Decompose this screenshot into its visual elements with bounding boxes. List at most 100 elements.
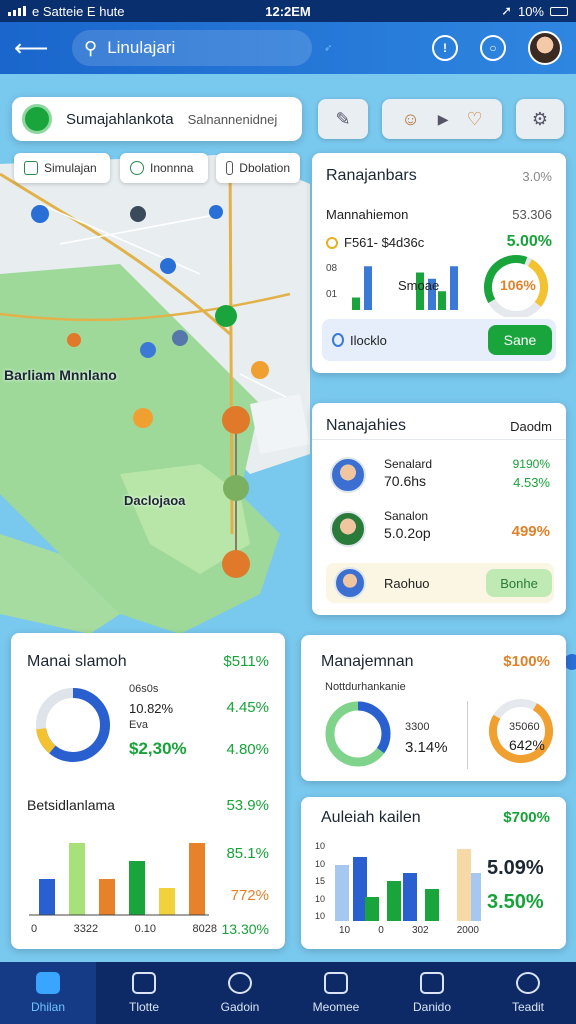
person-pct-a-1: 9190% xyxy=(512,457,550,471)
ring2-line-2: 642% xyxy=(509,737,545,753)
analysis-title: Auleiah kailen xyxy=(321,809,421,826)
x-label: 2000 xyxy=(456,925,479,936)
analysis-y-axis: 10 10 15 10 10 xyxy=(315,841,325,921)
ring-chart-secondary xyxy=(489,699,553,763)
bar xyxy=(438,291,446,310)
ring-chart xyxy=(325,701,391,767)
settings-button[interactable]: ⚙ xyxy=(516,99,564,139)
y-label: 10 xyxy=(315,893,326,904)
carrier-label: e Satteie E hute xyxy=(32,3,125,19)
management-small-label: 3300 xyxy=(405,721,430,733)
analysis-title-value: $700% xyxy=(503,809,550,826)
save-button[interactable]: Sane xyxy=(488,325,552,355)
analysis-x-axis: 10 0 302 2000 xyxy=(339,925,479,936)
list-icon xyxy=(24,161,38,175)
location-badge-icon xyxy=(22,104,52,134)
map-label-west: Barliam Mnnlano xyxy=(4,367,117,383)
people-title-right: Daodm xyxy=(510,419,552,434)
person-avatar-3[interactable] xyxy=(334,567,366,599)
summary-card: Ranajanbars 3.0% Mannahiemon 53.306 F561… xyxy=(312,153,566,373)
bar xyxy=(353,857,367,921)
play-icon[interactable]: ▶ xyxy=(438,111,449,128)
inbox-icon xyxy=(324,972,348,994)
bar xyxy=(387,881,401,921)
map-icon xyxy=(132,972,156,994)
stats-section-value: 53.9% xyxy=(226,797,269,814)
nav-item-map[interactable]: Tlotte xyxy=(96,962,192,1024)
axis-label-1: 08 xyxy=(326,263,338,274)
management-title-value: $100% xyxy=(503,653,550,670)
pin-icon[interactable]: ♡ xyxy=(467,109,483,130)
x-label: 302 xyxy=(411,925,429,936)
y-label: 10 xyxy=(315,858,326,869)
filter-chip-2[interactable]: Inonnna xyxy=(120,153,208,183)
person-icon[interactable]: ☺ xyxy=(401,109,419,130)
stats-section-title: Betsidlanlama xyxy=(27,797,115,813)
search-input[interactable]: ⚲ Linulajari xyxy=(72,30,312,66)
filter-chip-3[interactable]: Dbolation xyxy=(216,153,300,183)
nav-label: Tlotte xyxy=(128,1000,159,1014)
bar xyxy=(352,297,360,310)
water-drop-icon xyxy=(332,333,344,347)
location-title: Sumajahlankota xyxy=(66,110,174,128)
battery-icon xyxy=(550,6,568,16)
gear-icon: ⚙ xyxy=(531,108,549,129)
nav-label: Teadit xyxy=(511,1000,545,1014)
search-icon: ⚲ xyxy=(84,37,98,58)
app-header: ⟵ ⚲ Linulajari ➶ ! ○ xyxy=(0,22,576,74)
home-icon xyxy=(36,972,60,994)
y-label: 15 xyxy=(315,876,326,886)
x-label: 0 xyxy=(31,923,38,935)
search-value: Linulajari xyxy=(107,38,176,57)
y-label: 10 xyxy=(315,841,326,851)
bottom-nav: Dhilan Tlotte Gadoin Meomee Danido Teadi… xyxy=(0,962,576,1024)
ring2-line-1: 35060 xyxy=(509,721,540,733)
person-value-1: 70.6hs xyxy=(384,473,427,489)
avatar[interactable] xyxy=(528,31,562,65)
nav-item-home[interactable]: Dhilan xyxy=(0,962,96,1024)
location-card[interactable]: Sumajahlankota Salnannenidnej xyxy=(12,97,302,141)
edit-button[interactable]: ✎ xyxy=(318,99,368,139)
summary-pct: 5.00% xyxy=(506,233,552,250)
summary-title-value: 3.0% xyxy=(522,169,552,184)
nav-item-store[interactable]: Danido xyxy=(384,962,480,1024)
donut-chart xyxy=(36,688,110,762)
back-arrow-icon[interactable]: ⟵ xyxy=(14,34,48,63)
bar xyxy=(99,879,115,915)
x-label: 10 xyxy=(339,925,351,936)
location-subtitle: Salnannenidnej xyxy=(187,111,278,127)
chat-icon[interactable]: ○ xyxy=(480,35,506,61)
x-label: 8028 xyxy=(192,923,217,935)
calendar-icon xyxy=(226,161,234,175)
shield-icon[interactable]: ! xyxy=(432,35,458,61)
person-name-2: Sanalon xyxy=(384,509,429,523)
summary-footer-label: Ilocklo xyxy=(350,333,387,348)
filter-label-1: Simulajan xyxy=(44,161,97,175)
person-avatar-1[interactable] xyxy=(330,457,366,493)
nav-item-search[interactable]: Gadoin xyxy=(192,962,288,1024)
bar xyxy=(129,861,145,915)
person-value-2: 5.0.2op xyxy=(384,525,431,541)
nav-label: Meomee xyxy=(312,1000,360,1014)
stat-value-2: $2,30% xyxy=(129,739,187,758)
stats-title: Manai slamoh xyxy=(27,653,127,670)
management-card: Manajemnan $100% Nottdurhankanie 3300 3.… xyxy=(301,635,566,781)
search-icon xyxy=(228,972,252,994)
nav-item-inbox[interactable]: Meomee xyxy=(288,962,384,1024)
nav-item-compass[interactable]: Teadit xyxy=(480,962,576,1024)
people-footer: Raohuo Bonhe xyxy=(326,563,554,603)
analysis-bar-chart xyxy=(335,849,481,921)
stats-bar-chart xyxy=(29,843,209,916)
x-label: 0.10 xyxy=(134,923,156,935)
bar xyxy=(450,266,458,310)
person-pct-a-2: 499% xyxy=(511,523,550,540)
people-card: Nanajahies Daodm Senalard 70.6hs 9190% 4… xyxy=(312,403,566,615)
person-avatar-2[interactable] xyxy=(330,511,366,547)
people-action-button[interactable]: Bonhe xyxy=(486,569,552,597)
filter-chip-1[interactable]: Simulajan xyxy=(14,153,110,183)
stat-pct-2: 4.80% xyxy=(226,741,269,758)
management-subtitle: Nottdurhankanie xyxy=(325,681,406,693)
filter-label-2: Inonnna xyxy=(150,161,194,175)
map-label-center: Daclojaoa xyxy=(124,493,186,508)
y-label: 10 xyxy=(315,911,326,921)
